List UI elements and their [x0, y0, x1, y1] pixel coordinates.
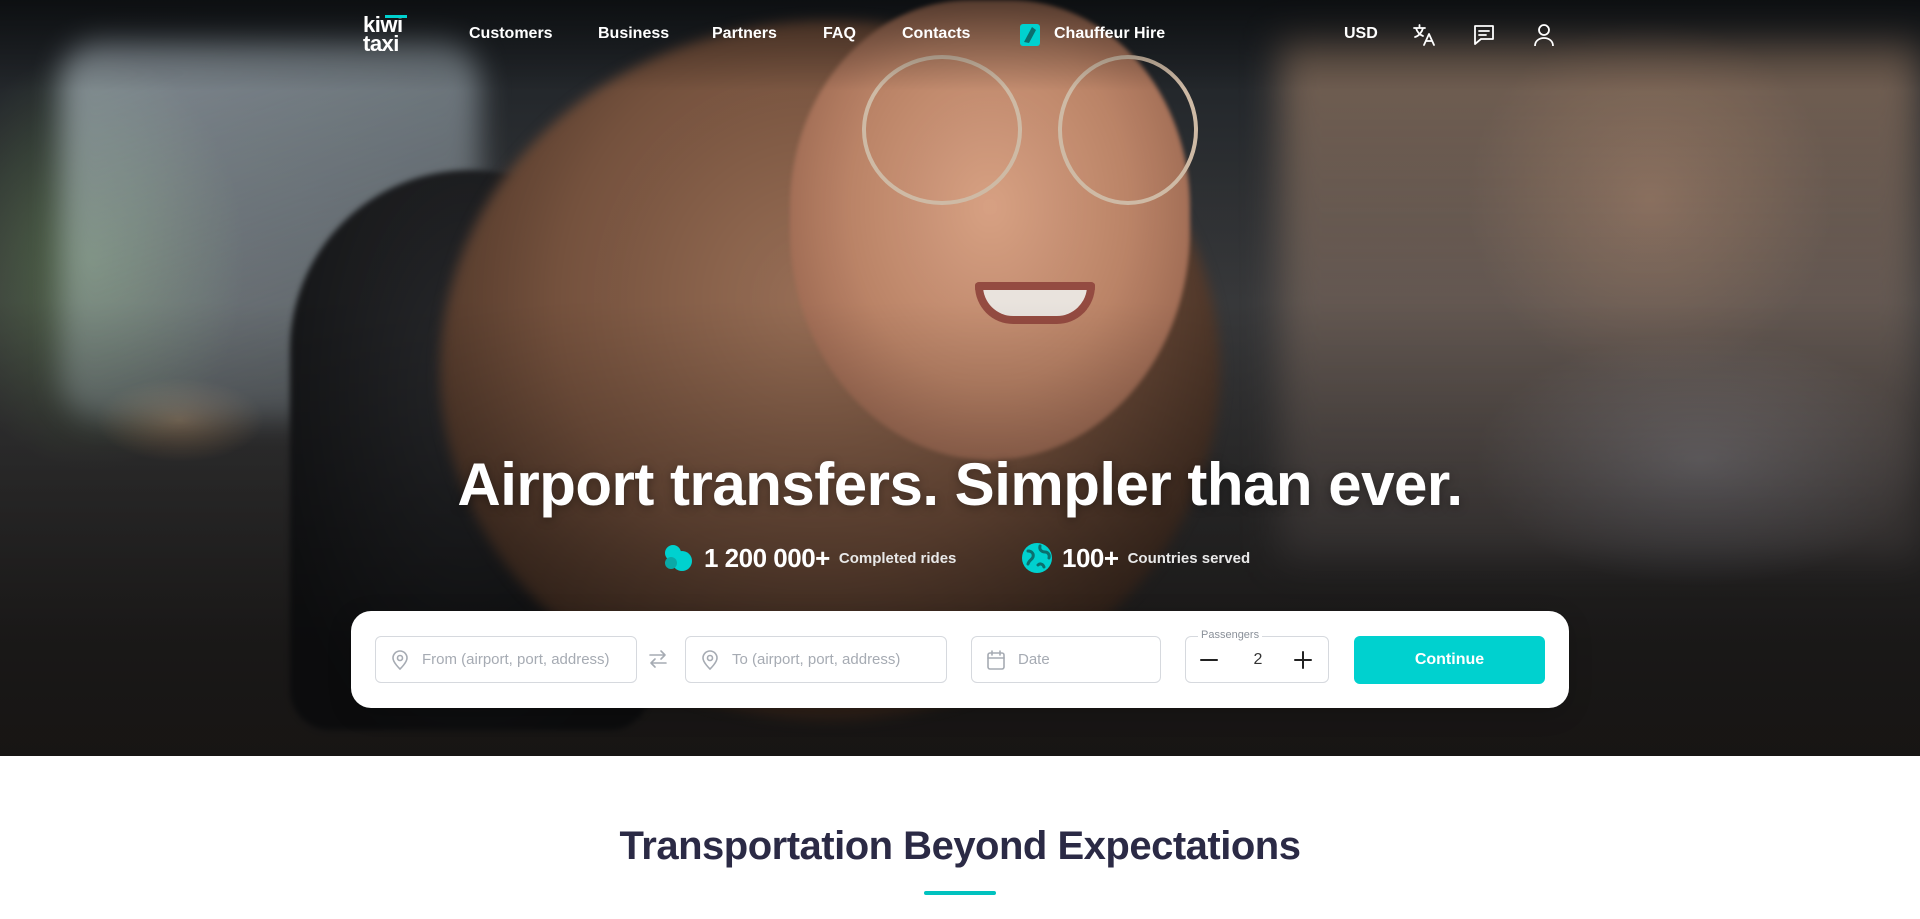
- chat-icon[interactable]: [1471, 22, 1497, 48]
- passengers-stepper: Passengers 2: [1185, 629, 1329, 683]
- cloud-rides-icon: [665, 545, 692, 571]
- to-placeholder: To (airport, port, address): [732, 651, 901, 668]
- stat-completed-rides: 1 200 000+ Completed rides: [662, 540, 956, 576]
- from-placeholder: From (airport, port, address): [422, 651, 610, 668]
- stat-countries-label: Countries served: [1127, 549, 1251, 567]
- translate-icon[interactable]: [1411, 22, 1437, 48]
- to-input[interactable]: To (airport, port, address): [685, 636, 947, 683]
- from-input[interactable]: From (airport, port, address): [375, 636, 637, 683]
- logo-line-2: taxi: [363, 31, 399, 56]
- date-input[interactable]: Date: [971, 636, 1161, 683]
- hero-headline: Airport transfers. Simpler than ever.: [457, 451, 1463, 518]
- swap-icon[interactable]: [647, 648, 669, 670]
- globe-icon: [1022, 543, 1052, 573]
- plus-icon[interactable]: [1292, 649, 1314, 671]
- currency-selector[interactable]: USD: [1344, 25, 1378, 43]
- stat-countries-served: 100+ Countries served: [1020, 540, 1250, 576]
- location-pin-icon: [702, 649, 718, 670]
- content-section: Transportation Beyond Expectations: [0, 756, 1920, 919]
- section-title: Transportation Beyond Expectations: [619, 824, 1301, 868]
- stat-rides-value: 1 200 000+: [704, 542, 830, 573]
- date-placeholder: Date: [1018, 651, 1050, 668]
- stat-rides-label: Completed rides: [838, 549, 957, 567]
- nav-customers[interactable]: Customers: [469, 25, 553, 47]
- nav-chauffeur-hire[interactable]: Chauffeur Hire: [1054, 25, 1165, 47]
- nav-contacts[interactable]: Contacts: [902, 25, 970, 47]
- minus-icon[interactable]: [1198, 649, 1220, 671]
- site-header: kiwi taxi Customers Business Partners FA…: [0, 0, 1920, 72]
- nav-faq[interactable]: FAQ: [823, 25, 856, 47]
- section-title-underline: [924, 891, 996, 895]
- nav-business[interactable]: Business: [598, 25, 669, 47]
- passengers-value: 2: [1253, 651, 1263, 668]
- calendar-icon: [987, 649, 1005, 670]
- chauffeur-icon: [1020, 24, 1040, 46]
- location-pin-icon: [392, 649, 408, 670]
- booking-form: From (airport, port, address) To (airpor…: [351, 611, 1569, 708]
- continue-button[interactable]: Continue: [1354, 636, 1545, 684]
- passengers-label: Passengers: [1198, 629, 1263, 641]
- kiwitaxi-logo[interactable]: kiwi taxi: [363, 14, 411, 57]
- nav-partners[interactable]: Partners: [712, 25, 777, 47]
- stat-countries-value: 100+: [1062, 542, 1119, 573]
- logo-accent-bar: [385, 15, 407, 18]
- user-icon[interactable]: [1531, 22, 1557, 48]
